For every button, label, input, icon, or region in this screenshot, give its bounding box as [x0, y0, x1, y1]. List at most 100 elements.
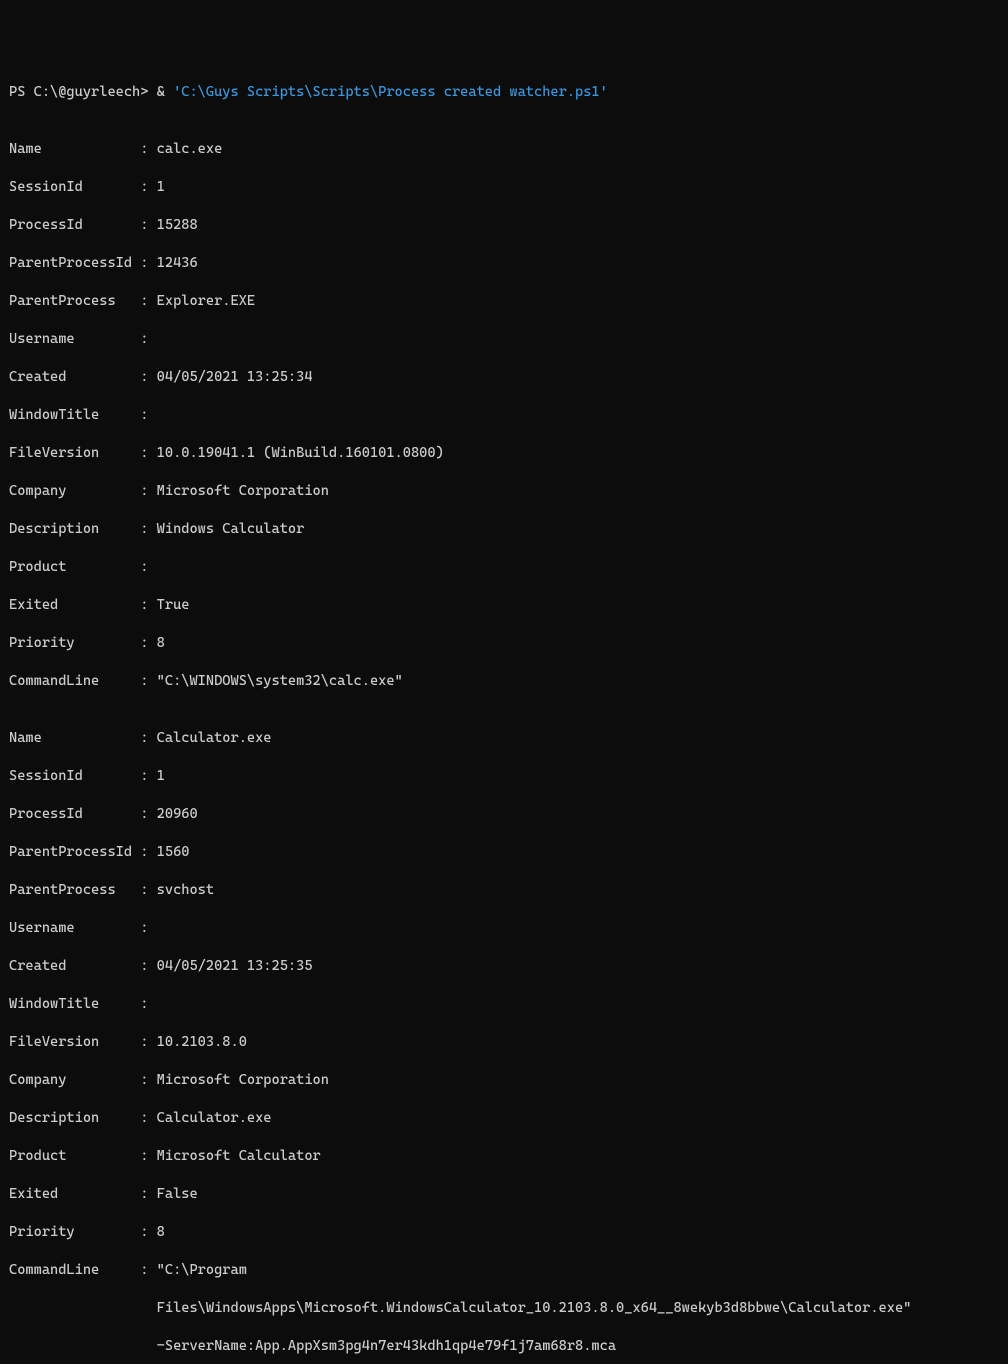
field-key: SessionId: [9, 767, 140, 786]
field-colon: :: [140, 520, 156, 539]
field-key: Exited: [9, 596, 140, 615]
field-value: 04/05/2021 13:25:34: [157, 369, 313, 385]
field-key: Username: [9, 919, 140, 938]
field-value: calc.exe: [157, 141, 223, 157]
field-colon: :: [140, 919, 156, 938]
field-row: Username:: [9, 330, 999, 349]
field-key: ParentProcessId: [9, 843, 140, 862]
field-row: ParentProcess: svchost: [9, 881, 999, 900]
field-colon: :: [140, 140, 156, 159]
field-row-wrap: -ServerName:App.AppXsm3pg4n7er43kdh1qp4e…: [9, 1337, 999, 1356]
field-colon: :: [140, 1109, 156, 1128]
field-row: Priority: 8: [9, 1223, 999, 1242]
field-colon: :: [140, 406, 156, 425]
field-row: Username:: [9, 919, 999, 938]
field-colon: :: [140, 1033, 156, 1052]
field-value: Microsoft Calculator: [157, 1148, 321, 1164]
field-colon: :: [140, 254, 156, 273]
field-key: Created: [9, 957, 140, 976]
field-value: 10.0.19041.1 (WinBuild.160101.0800): [157, 445, 444, 461]
field-key: ParentProcess: [9, 292, 140, 311]
field-row: ParentProcessId: 12436: [9, 254, 999, 273]
field-key: Company: [9, 1071, 140, 1090]
prompt-ps: PS: [9, 84, 34, 100]
field-key: Name: [9, 729, 140, 748]
field-colon: :: [140, 292, 156, 311]
field-value: svchost: [157, 882, 214, 898]
field-colon: :: [140, 444, 156, 463]
field-value: Microsoft Corporation: [157, 483, 329, 499]
field-row: ProcessId: 20960: [9, 805, 999, 824]
field-value: 8: [157, 1224, 165, 1240]
field-value: 10.2103.8.0: [157, 1034, 247, 1050]
field-key: WindowTitle: [9, 995, 140, 1014]
field-value: -ServerName:App.AppXsm3pg4n7er43kdh1qp4e…: [157, 1338, 616, 1354]
field-value: Explorer.EXE: [157, 293, 255, 309]
field-colon: :: [140, 596, 156, 615]
field-colon: :: [140, 1185, 156, 1204]
field-colon: :: [140, 558, 156, 577]
field-value: "C:\WINDOWS\system32\calc.exe": [157, 673, 403, 689]
field-value: 1: [157, 768, 165, 784]
field-value: "C:\Program: [157, 1262, 247, 1278]
field-row: Description: Calculator.exe: [9, 1109, 999, 1128]
field-key: ProcessId: [9, 805, 140, 824]
field-key: FileVersion: [9, 444, 140, 463]
terminal-output[interactable]: PS C:\@guyrleech> & 'C:\Guys Scripts\Scr…: [9, 83, 999, 1364]
field-colon: :: [140, 805, 156, 824]
field-key: Username: [9, 330, 140, 349]
field-value: 12436: [157, 255, 198, 271]
field-row: Created: 04/05/2021 13:25:34: [9, 368, 999, 387]
field-value: Files\WindowsApps\Microsoft.WindowsCalcu…: [157, 1300, 912, 1316]
field-colon: :: [140, 1261, 156, 1280]
field-key: SessionId: [9, 178, 140, 197]
field-value: Calculator.exe: [157, 1110, 272, 1126]
field-row: Company: Microsoft Corporation: [9, 1071, 999, 1090]
field-row: Name: Calculator.exe: [9, 729, 999, 748]
field-value: Windows Calculator: [157, 521, 305, 537]
field-value: Calculator.exe: [157, 730, 272, 746]
field-colon: :: [140, 330, 156, 349]
field-row: Name: calc.exe: [9, 140, 999, 159]
field-row: WindowTitle:: [9, 995, 999, 1014]
field-value: 20960: [157, 806, 198, 822]
field-key: ProcessId: [9, 216, 140, 235]
prompt-path: C:\@guyrleech: [34, 84, 141, 100]
field-row: WindowTitle:: [9, 406, 999, 425]
field-colon: :: [140, 843, 156, 862]
field-value: 1560: [157, 844, 190, 860]
field-value: True: [157, 597, 190, 613]
field-key: CommandLine: [9, 1261, 140, 1280]
field-colon: :: [140, 216, 156, 235]
field-row: SessionId: 1: [9, 767, 999, 786]
field-key: Name: [9, 140, 140, 159]
field-key: Product: [9, 1147, 140, 1166]
field-row: Created: 04/05/2021 13:25:35: [9, 957, 999, 976]
prompt-amp: &: [157, 84, 173, 100]
field-colon: :: [140, 881, 156, 900]
field-key: WindowTitle: [9, 406, 140, 425]
field-row: Priority: 8: [9, 634, 999, 653]
field-key: Description: [9, 520, 140, 539]
field-key: Company: [9, 482, 140, 501]
field-value: 15288: [157, 217, 198, 233]
field-row: FileVersion: 10.2103.8.0: [9, 1033, 999, 1052]
field-colon: :: [140, 368, 156, 387]
field-row: Exited: True: [9, 596, 999, 615]
field-key: ParentProcessId: [9, 254, 140, 273]
field-key: Description: [9, 1109, 140, 1128]
field-value: 8: [157, 635, 165, 651]
field-row: ParentProcess: Explorer.EXE: [9, 292, 999, 311]
field-colon: :: [140, 957, 156, 976]
field-row: Product:: [9, 558, 999, 577]
field-colon: :: [140, 634, 156, 653]
field-key: Exited: [9, 1185, 140, 1204]
field-key: Product: [9, 558, 140, 577]
prompt-line: PS C:\@guyrleech> & 'C:\Guys Scripts\Scr…: [9, 83, 999, 102]
field-colon: :: [140, 1147, 156, 1166]
field-key: Priority: [9, 1223, 140, 1242]
field-row: ProcessId: 15288: [9, 216, 999, 235]
field-row: Product: Microsoft Calculator: [9, 1147, 999, 1166]
field-key: ParentProcess: [9, 881, 140, 900]
field-key: Created: [9, 368, 140, 387]
